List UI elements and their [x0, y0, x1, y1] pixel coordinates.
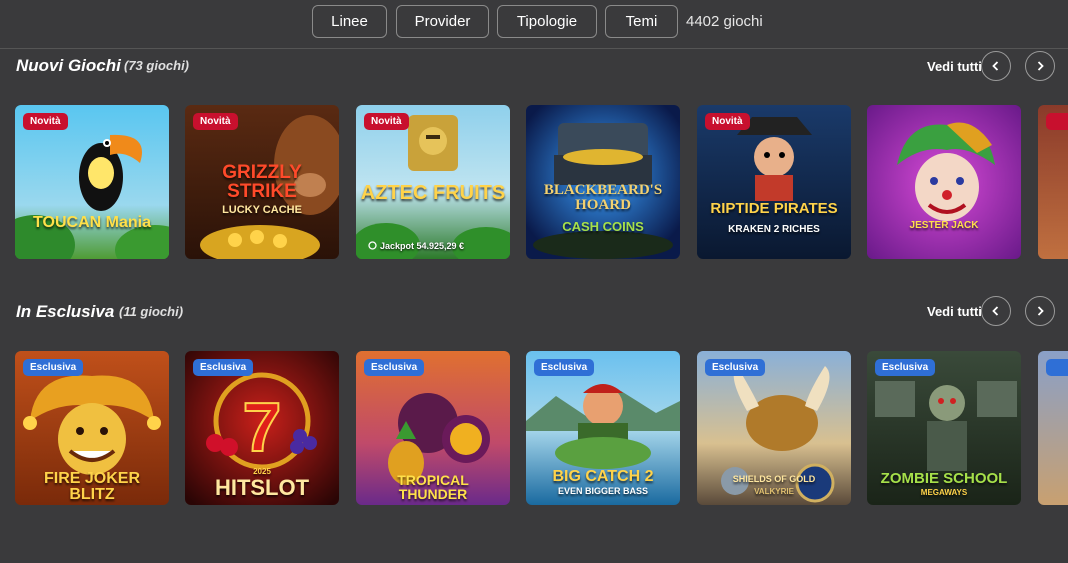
esclusiva-badge: Esclusiva: [23, 359, 84, 376]
game-subtitle: CASH COINS: [562, 219, 644, 234]
jackpot-value: Jackpot 54.925,29 €: [380, 241, 465, 251]
filter-linee-button[interactable]: Linee: [312, 5, 387, 38]
filter-provider-button[interactable]: Provider: [396, 5, 489, 38]
coin-icon: [368, 241, 377, 250]
esclusiva-badge: [1046, 359, 1068, 376]
chevron-left-icon: [992, 306, 999, 316]
novita-badge: Novità: [364, 113, 409, 130]
section-title-exclusive: In Esclusiva: [16, 302, 115, 321]
game-title: TOUCAN Mania: [33, 214, 151, 231]
game-card-shields-of-gold[interactable]: Esclusiva SHIELDS OF GOLD VALKYRIE: [697, 351, 851, 505]
novita-badge: Novità: [193, 113, 238, 130]
see-all-exclusive-link[interactable]: Vedi tutti: [927, 304, 982, 319]
game-title: GRIZZLY STRIKE: [222, 162, 302, 202]
filter-bar: Linee Provider Tipologie Temi 4402 gioch…: [0, 0, 1068, 49]
games-total-count: 4402 giochi: [686, 13, 763, 30]
next-new-games-button[interactable]: [1025, 51, 1055, 81]
novita-badge: Novità: [705, 113, 750, 130]
game-subtitle: VALKYRIE: [754, 487, 794, 496]
game-card-partial[interactable]: [1038, 105, 1068, 259]
game-title: HITSLOT: [214, 475, 310, 500]
game-title: BIG CATCH 2: [552, 468, 654, 485]
game-title: ZOMBIE SCHOOL: [880, 470, 1008, 487]
game-card-hitslot[interactable]: 7 Esclusiva 2025 HITSLOT: [185, 351, 339, 505]
game-title: JESTER JACK: [909, 220, 979, 231]
game-card-tropical-thunder[interactable]: Esclusiva TROPICAL THUNDER: [356, 351, 510, 505]
novita-badge: Novità: [23, 113, 68, 130]
esclusiva-badge: Esclusiva: [875, 359, 936, 376]
esclusiva-badge: Esclusiva: [705, 359, 766, 376]
section-count-exclusive: (11 giochi): [119, 304, 184, 319]
esclusiva-badge: Esclusiva: [193, 359, 254, 376]
game-card-toucan-mania[interactable]: Novità TOUCAN Mania: [15, 105, 169, 259]
filter-tipologie-button[interactable]: Tipologie: [497, 5, 597, 38]
chevron-right-icon: [1037, 61, 1044, 71]
next-exclusive-button[interactable]: [1025, 296, 1055, 326]
game-subtitle: MEGAWAYS: [920, 488, 968, 497]
game-subtitle: EVEN BIGGER BASS: [557, 486, 649, 496]
game-title: TROPICAL THUNDER: [397, 472, 469, 502]
esclusiva-badge: Esclusiva: [364, 359, 425, 376]
novita-badge: [1046, 113, 1068, 130]
prev-new-games-button[interactable]: [981, 51, 1011, 81]
section-title-new-games: Nuovi Giochi: [16, 56, 121, 75]
game-card-jester-jack[interactable]: JESTER JACK: [867, 105, 1021, 259]
filter-temi-button[interactable]: Temi: [605, 5, 678, 38]
chevron-left-icon: [992, 61, 999, 71]
game-card-big-catch-2[interactable]: Esclusiva BIG CATCH 2 EVEN BIGGER BASS: [526, 351, 680, 505]
game-card-partial[interactable]: [1038, 351, 1068, 505]
esclusiva-badge: Esclusiva: [534, 359, 595, 376]
game-subtitle: KRAKEN 2 RICHES: [728, 224, 820, 235]
game-card-riptide-pirates[interactable]: Novità RIPTIDE PIRATES KRAKEN 2 RICHES: [697, 105, 851, 259]
chevron-right-icon: [1037, 306, 1044, 316]
game-card-fire-joker-blitz[interactable]: Esclusiva FIRE JOKER BLITZ: [15, 351, 169, 505]
svg-text:7: 7: [243, 388, 282, 466]
game-card-blackbeards-hoard[interactable]: BLACKBEARD'S HOARD CASH COINS: [526, 105, 680, 259]
game-title: BLACKBEARD'S HOARD: [543, 182, 663, 213]
game-title: FIRE JOKER BLITZ: [43, 470, 140, 503]
see-all-new-games-link[interactable]: Vedi tutti: [927, 59, 982, 74]
game-subtitle: LUCKY CACHE: [222, 204, 302, 216]
game-card-aztec-fruits[interactable]: Novità AZTEC FRUITS Jackpot 54.925,29 €: [356, 105, 510, 259]
game-card-zombie-school[interactable]: Esclusiva ZOMBIE SCHOOL MEGAWAYS: [867, 351, 1021, 505]
prev-exclusive-button[interactable]: [981, 296, 1011, 326]
game-thumbnail: [867, 105, 1021, 259]
game-title: AZTEC FRUITS: [360, 182, 506, 204]
game-title: SHIELDS OF GOLD: [732, 474, 816, 484]
section-count-new-games: (73 giochi): [124, 58, 190, 73]
game-card-grizzly-strike[interactable]: Novità GRIZZLY STRIKE LUCKY CACHE: [185, 105, 339, 259]
game-title: RIPTIDE PIRATES: [710, 200, 838, 217]
